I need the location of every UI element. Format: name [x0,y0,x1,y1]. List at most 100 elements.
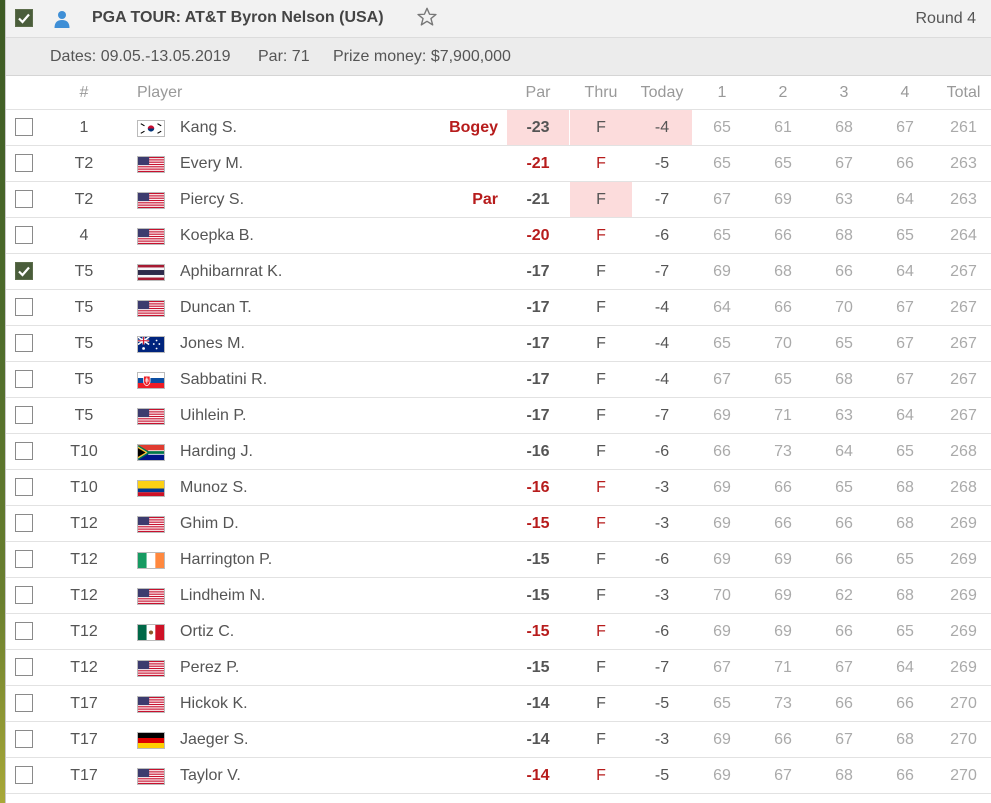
table-row[interactable]: T2 Piercy S. Par -21 F -7 67 69 63 64 263 [6,182,991,218]
row-checkbox[interactable] [15,694,33,712]
today-score: -3 [654,515,670,532]
row-checkbox[interactable] [15,550,33,568]
player-name[interactable]: Jaeger S. [180,722,248,757]
row-checkbox[interactable] [15,334,33,352]
col-player[interactable]: Player [137,84,182,102]
tournament-header: PGA TOUR: AT&T Byron Nelson (USA) Round … [6,0,991,38]
thru-holes: F [570,110,632,145]
row-checkbox[interactable] [15,262,33,280]
col-par[interactable]: Par [507,84,569,102]
player-name[interactable]: Hickok K. [180,686,248,721]
player-name[interactable]: Sabbatini R. [180,362,267,397]
table-row[interactable]: 4 Koepka B. -20 F -6 65 66 68 65 264 [6,218,991,254]
player-name[interactable]: Munoz S. [180,470,248,505]
col-pos[interactable]: # [54,84,114,102]
col-total[interactable]: Total [936,84,991,102]
row-checkbox[interactable] [15,622,33,640]
row-checkbox[interactable] [15,298,33,316]
flag-germany-icon [137,732,165,749]
player-name[interactable]: Harding J. [180,434,253,469]
row-checkbox[interactable] [15,226,33,244]
score-to-par: -15 [526,623,550,640]
score-to-par: -14 [526,767,550,784]
table-row[interactable]: T17 Jaeger S. -14 F -3 69 66 67 68 270 [6,722,991,758]
position: T12 [70,587,98,604]
round-1-score: 66 [713,443,731,460]
person-icon[interactable] [54,10,70,28]
table-row[interactable]: T2 Every M. -21 F -5 65 65 67 66 263 [6,146,991,182]
row-checkbox[interactable] [15,442,33,460]
table-row[interactable]: T5 Jones M. -17 F -4 65 70 65 67 267 [6,326,991,362]
dates-text: Dates: 09.05.-13.05.2019 [50,48,231,65]
table-row[interactable]: T5 Uihlein P. -17 F -7 69 71 63 64 267 [6,398,991,434]
player-name[interactable]: Koepka B. [180,218,254,253]
thru-holes: F [596,371,606,388]
col-round-3[interactable]: 3 [814,84,874,102]
player-name[interactable]: Harrington P. [180,542,272,577]
table-row[interactable]: T17 Hickok K. -14 F -5 65 73 66 66 270 [6,686,991,722]
row-checkbox[interactable] [15,766,33,784]
flag-slovakia-icon [137,372,165,389]
col-today[interactable]: Today [632,84,692,102]
player-name[interactable]: Jones M. [180,326,245,361]
table-row[interactable]: T12 Ortiz C. -15 F -6 69 69 66 65 269 [6,614,991,650]
row-checkbox[interactable] [15,478,33,496]
tournament-title[interactable]: PGA TOUR: AT&T Byron Nelson (USA) [92,9,384,27]
table-row[interactable]: 1 Kang S. Bogey -23 F -4 65 61 68 67 261 [6,110,991,146]
player-name[interactable]: Aphibarnrat K. [180,254,282,289]
total-score: 267 [950,371,977,388]
score-to-par: -20 [526,227,550,244]
round-1-score: 70 [713,587,731,604]
position: 4 [79,227,89,244]
col-thru[interactable]: Thru [570,84,632,102]
round-2-score: 73 [774,695,792,712]
round-1-score: 69 [713,767,731,784]
total-score: 263 [950,155,977,172]
round-2-score: 65 [774,371,792,388]
row-checkbox[interactable] [15,154,33,172]
star-outline-icon[interactable] [416,6,438,28]
row-checkbox[interactable] [15,730,33,748]
total-score: 261 [950,119,977,136]
player-name[interactable]: Piercy S. [180,182,244,217]
table-row[interactable]: T5 Aphibarnrat K. -17 F -7 69 68 66 64 267 [6,254,991,290]
player-name[interactable]: Taylor V. [180,758,241,793]
table-row[interactable]: T12 Harrington P. -15 F -6 69 69 66 65 269 [6,542,991,578]
round-1-score: 67 [713,191,731,208]
player-name[interactable]: Every M. [180,146,243,181]
player-name[interactable]: Uihlein P. [180,398,246,433]
player-name[interactable]: Duncan T. [180,290,252,325]
player-name[interactable]: Kang S. [180,110,237,145]
checkbox-checked-icon[interactable] [15,9,33,27]
row-checkbox[interactable] [15,190,33,208]
score-to-par: -17 [526,371,550,388]
player-name[interactable]: Lindheim N. [180,578,265,613]
total-score: 267 [950,407,977,424]
row-checkbox[interactable] [15,658,33,676]
score-to-par: -21 [526,155,550,172]
table-row[interactable]: T12 Ghim D. -15 F -3 69 66 66 68 269 [6,506,991,542]
row-checkbox[interactable] [15,406,33,424]
round-3-score: 65 [835,335,853,352]
flag-usa-icon [137,408,165,425]
table-row[interactable]: T12 Perez P. -15 F -7 67 71 67 64 269 [6,650,991,686]
player-name[interactable]: Ghim D. [180,506,239,541]
table-row[interactable]: T10 Harding J. -16 F -6 66 73 64 65 268 [6,434,991,470]
table-row[interactable]: T5 Sabbatini R. -17 F -4 67 65 68 67 267 [6,362,991,398]
row-checkbox[interactable] [15,370,33,388]
col-round-2[interactable]: 2 [753,84,813,102]
flag-mexico-icon [137,624,165,641]
table-row[interactable]: T10 Munoz S. -16 F -3 69 66 65 68 268 [6,470,991,506]
round-4-score: 67 [896,119,914,136]
row-checkbox[interactable] [15,118,33,136]
table-row[interactable]: T17 Taylor V. -14 F -5 69 67 68 66 270 [6,758,991,794]
thru-holes: F [596,263,606,280]
col-round-1[interactable]: 1 [692,84,752,102]
player-name[interactable]: Ortiz C. [180,614,234,649]
row-checkbox[interactable] [15,514,33,532]
row-checkbox[interactable] [15,586,33,604]
col-round-4[interactable]: 4 [875,84,935,102]
table-row[interactable]: T5 Duncan T. -17 F -4 64 66 70 67 267 [6,290,991,326]
table-row[interactable]: T12 Lindheim N. -15 F -3 70 69 62 68 269 [6,578,991,614]
player-name[interactable]: Perez P. [180,650,239,685]
